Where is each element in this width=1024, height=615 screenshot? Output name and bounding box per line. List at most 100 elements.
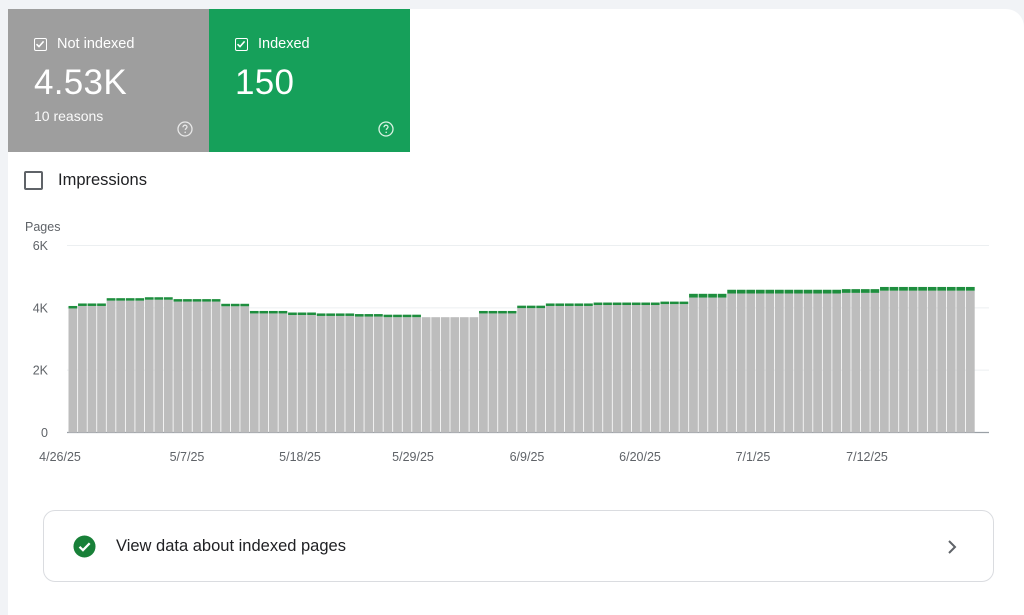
bar-not-indexed	[889, 290, 899, 433]
view-indexed-pages-button[interactable]: View data about indexed pages	[43, 510, 994, 582]
bar-indexed	[584, 303, 593, 306]
bar-not-indexed	[68, 308, 78, 433]
bar-indexed	[593, 302, 603, 306]
bar-not-indexed	[431, 317, 441, 433]
bar-indexed	[631, 302, 641, 306]
bar-indexed	[746, 289, 756, 294]
bar-indexed	[889, 286, 899, 291]
bar-indexed	[755, 289, 765, 294]
bar-not-indexed	[307, 315, 316, 433]
bar-indexed	[841, 289, 851, 293]
bar-indexed	[641, 302, 651, 306]
bar-indexed	[183, 299, 192, 302]
bar-not-indexed	[87, 305, 97, 433]
bar-not-indexed	[946, 290, 956, 433]
bar-not-indexed	[631, 305, 641, 433]
bar-indexed	[517, 305, 526, 309]
bar-not-indexed	[230, 306, 240, 433]
bar-not-indexed	[870, 292, 880, 433]
bar-indexed	[383, 314, 393, 318]
bar-not-indexed	[899, 290, 908, 433]
not-indexed-reasons: 10 reasons	[34, 108, 104, 124]
indexed-tile[interactable]: Indexed 150	[209, 9, 410, 152]
bar-indexed	[708, 293, 717, 298]
bar-indexed	[364, 314, 374, 317]
bar-indexed	[297, 312, 307, 316]
bar-not-indexed	[555, 305, 565, 433]
bar-indexed	[326, 313, 336, 316]
bar-not-indexed	[660, 304, 670, 433]
bar-indexed	[507, 310, 517, 314]
bar-indexed	[335, 313, 345, 316]
bar-not-indexed	[412, 317, 421, 433]
bar-not-indexed	[727, 293, 737, 433]
bar-indexed	[813, 289, 822, 294]
bar-not-indexed	[880, 290, 889, 433]
bar-not-indexed	[106, 300, 116, 433]
x-tick-label: 5/18/25	[279, 450, 321, 464]
bar-not-indexed	[517, 308, 526, 433]
bar-indexed	[765, 289, 775, 294]
bar-indexed	[775, 289, 784, 294]
bar-not-indexed	[97, 305, 106, 433]
bar-indexed	[689, 293, 698, 298]
bar-not-indexed	[459, 317, 469, 433]
bar-indexed	[202, 299, 211, 302]
bar-not-indexed	[641, 305, 651, 433]
bar-not-indexed	[183, 301, 192, 433]
indexed-count: 150	[235, 63, 295, 102]
indexed-label: Indexed	[258, 36, 310, 52]
bar-not-indexed	[135, 300, 145, 433]
y-tick-label: 0	[41, 426, 48, 440]
bar-not-indexed	[354, 316, 364, 433]
bar-indexed	[135, 298, 145, 301]
checkbox-checked-icon	[235, 38, 248, 51]
bar-indexed	[851, 289, 861, 293]
bar-indexed	[163, 297, 173, 300]
bar-indexed	[97, 303, 106, 306]
bar-not-indexed	[345, 315, 355, 433]
bar-not-indexed	[536, 308, 546, 433]
y-axis-title: Pages	[25, 220, 60, 234]
bar-not-indexed	[450, 317, 460, 433]
bar-not-indexed	[393, 317, 402, 433]
bar-indexed	[211, 299, 221, 302]
bar-indexed	[87, 303, 97, 306]
bar-not-indexed	[469, 317, 479, 433]
bar-indexed	[822, 289, 832, 294]
bar-indexed	[918, 286, 927, 291]
bar-indexed	[545, 303, 555, 306]
bar-not-indexed	[316, 315, 326, 433]
bar-indexed	[927, 286, 937, 291]
bar-indexed	[393, 314, 402, 318]
bar-not-indexed	[765, 293, 775, 433]
not-indexed-tile[interactable]: Not indexed 4.53K 10 reasons	[8, 9, 209, 152]
bar-not-indexed	[584, 305, 593, 433]
bar-indexed	[488, 310, 498, 314]
impressions-checkbox[interactable]	[24, 171, 43, 190]
bar-indexed	[660, 301, 670, 305]
bar-indexed	[116, 298, 125, 301]
bar-indexed	[307, 312, 316, 316]
bar-indexed	[144, 297, 154, 300]
bar-not-indexed	[813, 293, 822, 433]
bar-indexed	[221, 303, 231, 307]
bar-indexed	[937, 286, 947, 291]
bar-indexed	[803, 289, 813, 294]
bar-indexed	[316, 313, 326, 316]
help-circle-icon[interactable]	[177, 121, 193, 137]
bar-not-indexed	[240, 306, 250, 433]
bar-indexed	[555, 303, 565, 306]
bar-indexed	[965, 286, 975, 291]
bar-not-indexed	[173, 301, 183, 433]
bar-indexed	[669, 301, 679, 305]
impressions-toggle[interactable]: Impressions	[24, 171, 147, 190]
checkbox-checked-icon	[34, 38, 47, 51]
bar-indexed	[268, 310, 278, 314]
bar-indexed	[603, 302, 612, 306]
impressions-label: Impressions	[58, 171, 147, 189]
bar-indexed	[278, 310, 288, 314]
bar-not-indexed	[202, 301, 211, 433]
help-circle-icon[interactable]	[378, 121, 394, 137]
bar-indexed	[240, 303, 250, 307]
